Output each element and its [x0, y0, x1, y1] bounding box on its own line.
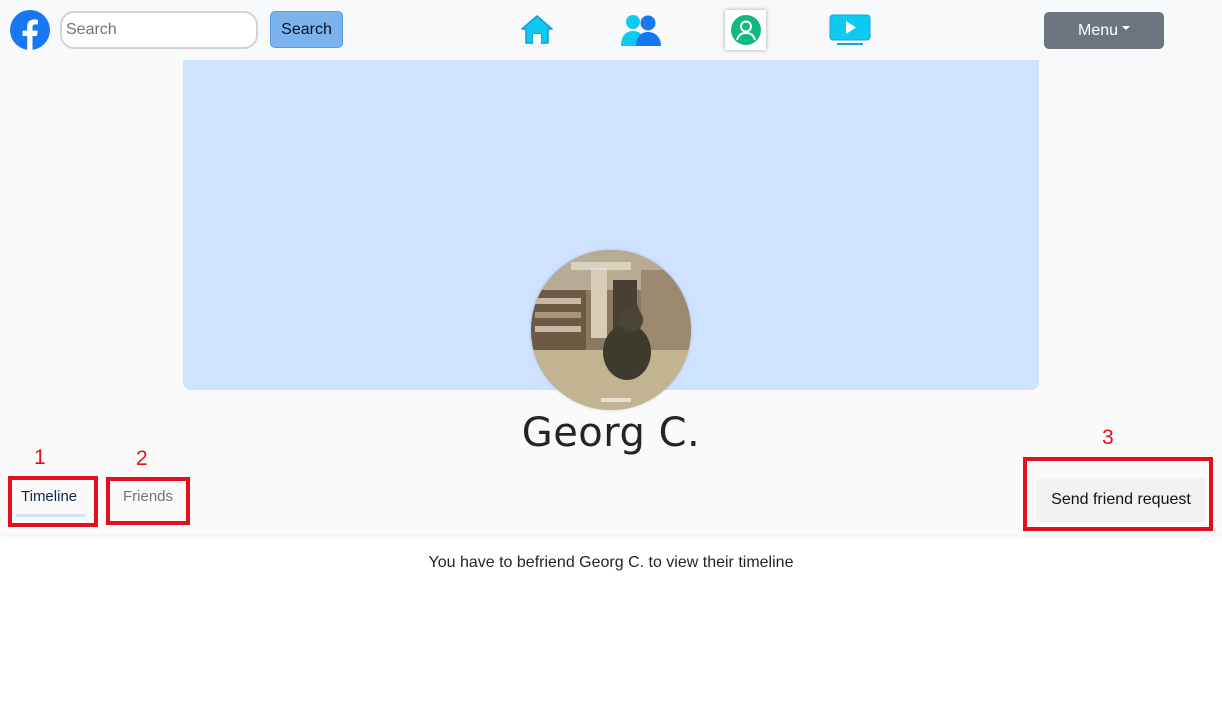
annotation-box-2: [106, 477, 190, 525]
search-input[interactable]: [60, 11, 258, 49]
facebook-logo-icon[interactable]: [10, 10, 50, 50]
top-navbar: Search Menu: [0, 0, 1222, 60]
annotation-number-3: 3: [1102, 426, 1114, 449]
friends-icon[interactable]: [618, 10, 664, 50]
profile-icon[interactable]: [725, 10, 766, 50]
profile-avatar[interactable]: [531, 250, 691, 410]
menu-dropdown-button[interactable]: Menu: [1044, 12, 1164, 49]
annotation-number-1: 1: [34, 446, 46, 469]
annotation-box-3: [1023, 457, 1213, 531]
profile-name: Georg C.: [521, 410, 701, 456]
annotation-box-1: [8, 476, 98, 527]
caret-down-icon: [1122, 26, 1131, 31]
watch-icon[interactable]: [828, 10, 872, 50]
search-button[interactable]: Search: [270, 11, 343, 48]
home-icon[interactable]: [517, 10, 557, 50]
annotation-number-2: 2: [136, 447, 148, 470]
menu-label: Menu: [1077, 21, 1119, 39]
timeline-locked-message: You have to befriend Georg C. to view th…: [428, 554, 794, 571]
